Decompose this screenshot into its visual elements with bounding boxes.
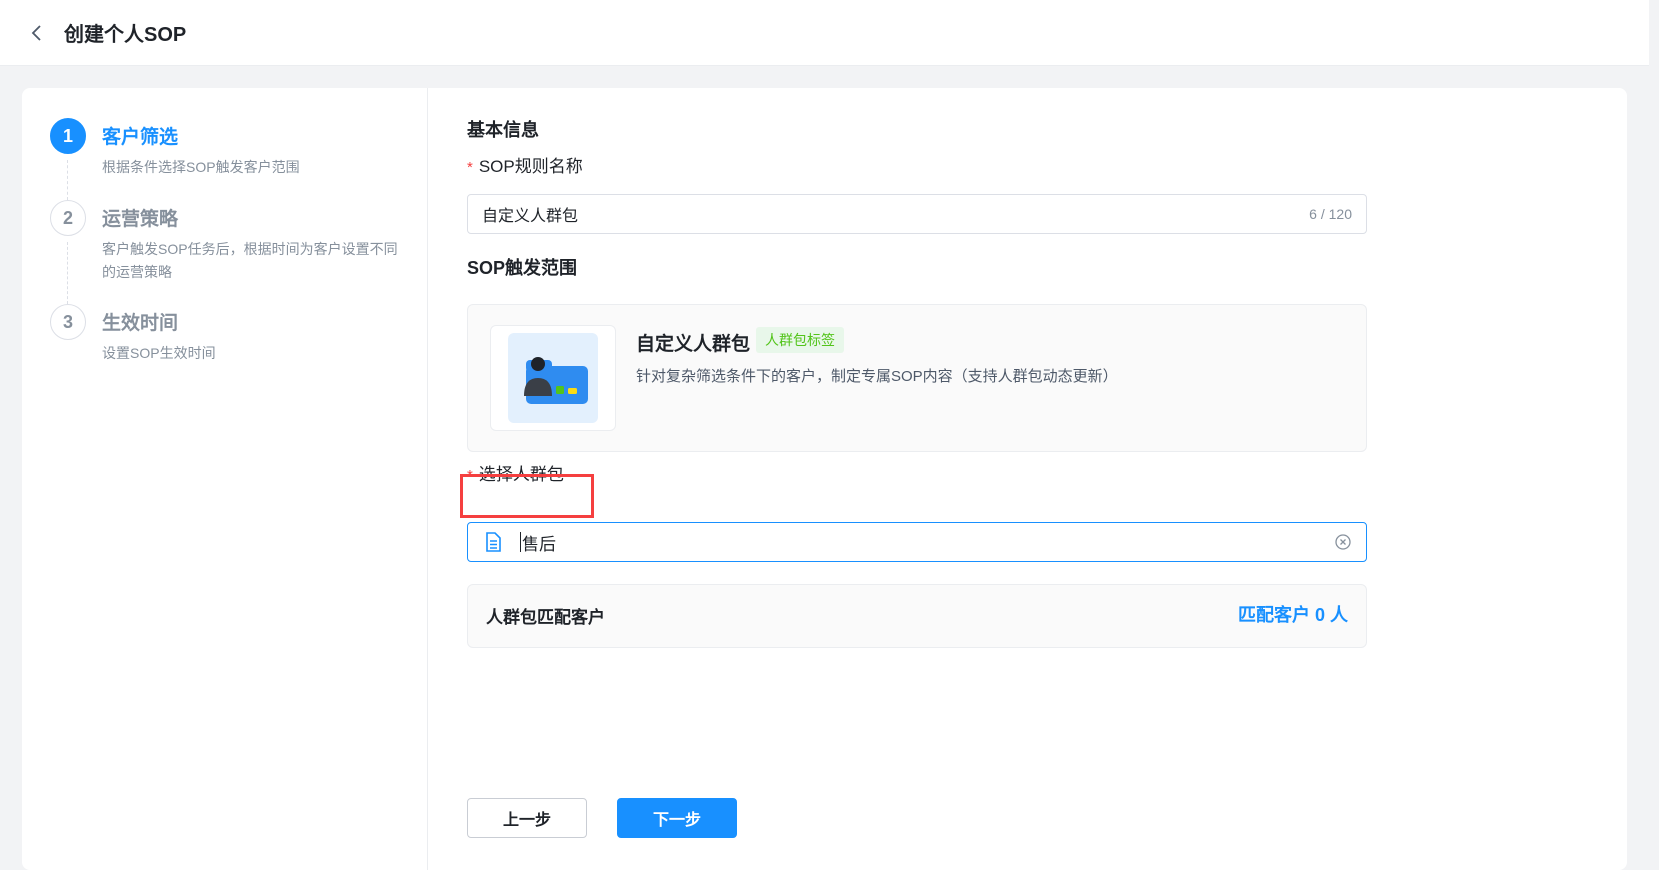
step-desc: 客户触发SOP任务后，根据时间为客户设置不同的运营策略	[102, 241, 398, 280]
step-title: 生效时间	[102, 313, 179, 334]
document-icon	[486, 532, 501, 552]
top-bar: 创建个人SOP	[0, 0, 1649, 66]
required-mark: *	[467, 159, 473, 176]
scope-title: SOP触发范围	[467, 258, 578, 278]
chevron-left-icon	[31, 24, 41, 41]
rule-name-input[interactable]: 自定义人群包 6 / 120	[467, 194, 1367, 234]
scope-option-card[interactable]: 自定义人群包 人群包标签 针对复杂筛选条件下的客户，制定专属SOP内容（支持人群…	[467, 304, 1367, 452]
step-title: 运营策略	[102, 209, 179, 230]
form-area: 基本信息 * SOP规则名称 自定义人群包 6 / 120 SOP触发范围 自定…	[467, 88, 1367, 870]
scope-icon-frame	[490, 325, 616, 431]
crowd-search-input[interactable]	[522, 532, 1334, 552]
main-card: 1 客户筛选 根据条件选择SOP触发客户范围 2 运营策略 客户触发SOP任务后…	[22, 88, 1627, 870]
step-connector	[67, 242, 68, 304]
crowd-package-icon	[508, 333, 598, 423]
match-count[interactable]: 匹配客户 0 人	[1238, 601, 1348, 627]
step-connector	[67, 160, 68, 200]
match-summary: 人群包匹配客户 匹配客户 0 人	[467, 584, 1367, 648]
rule-name-label: * SOP规则名称	[467, 157, 583, 176]
step-number: 2	[50, 200, 86, 236]
scope-name: 自定义人群包	[636, 334, 751, 355]
scope-tag: 人群包标签	[756, 327, 844, 353]
steps-panel: 1 客户筛选 根据条件选择SOP触发客户范围 2 运营策略 客户触发SOP任务后…	[22, 88, 428, 870]
rule-name-value: 自定义人群包	[482, 208, 579, 225]
back-button[interactable]	[22, 18, 52, 48]
clear-icon[interactable]	[1334, 533, 1352, 551]
step-number: 1	[50, 118, 86, 154]
prev-step-button[interactable]: 上一步	[467, 798, 587, 838]
step-number: 3	[50, 304, 86, 340]
annotation-highlight	[460, 474, 594, 518]
scope-desc: 针对复杂筛选条件下的客户，制定专属SOP内容（支持人群包动态更新）	[636, 368, 1118, 385]
step-desc: 根据条件选择SOP触发客户范围	[102, 159, 300, 175]
page-title: 创建个人SOP	[64, 24, 187, 46]
step-desc: 设置SOP生效时间	[102, 345, 216, 361]
next-step-button[interactable]: 下一步	[617, 798, 737, 838]
text-caret	[520, 532, 521, 552]
step-title: 客户筛选	[102, 127, 179, 148]
char-count: 6 / 120	[1309, 206, 1352, 222]
match-label: 人群包匹配客户	[486, 608, 605, 627]
crowd-package-select[interactable]	[467, 522, 1367, 562]
basic-info-title: 基本信息	[467, 120, 539, 140]
